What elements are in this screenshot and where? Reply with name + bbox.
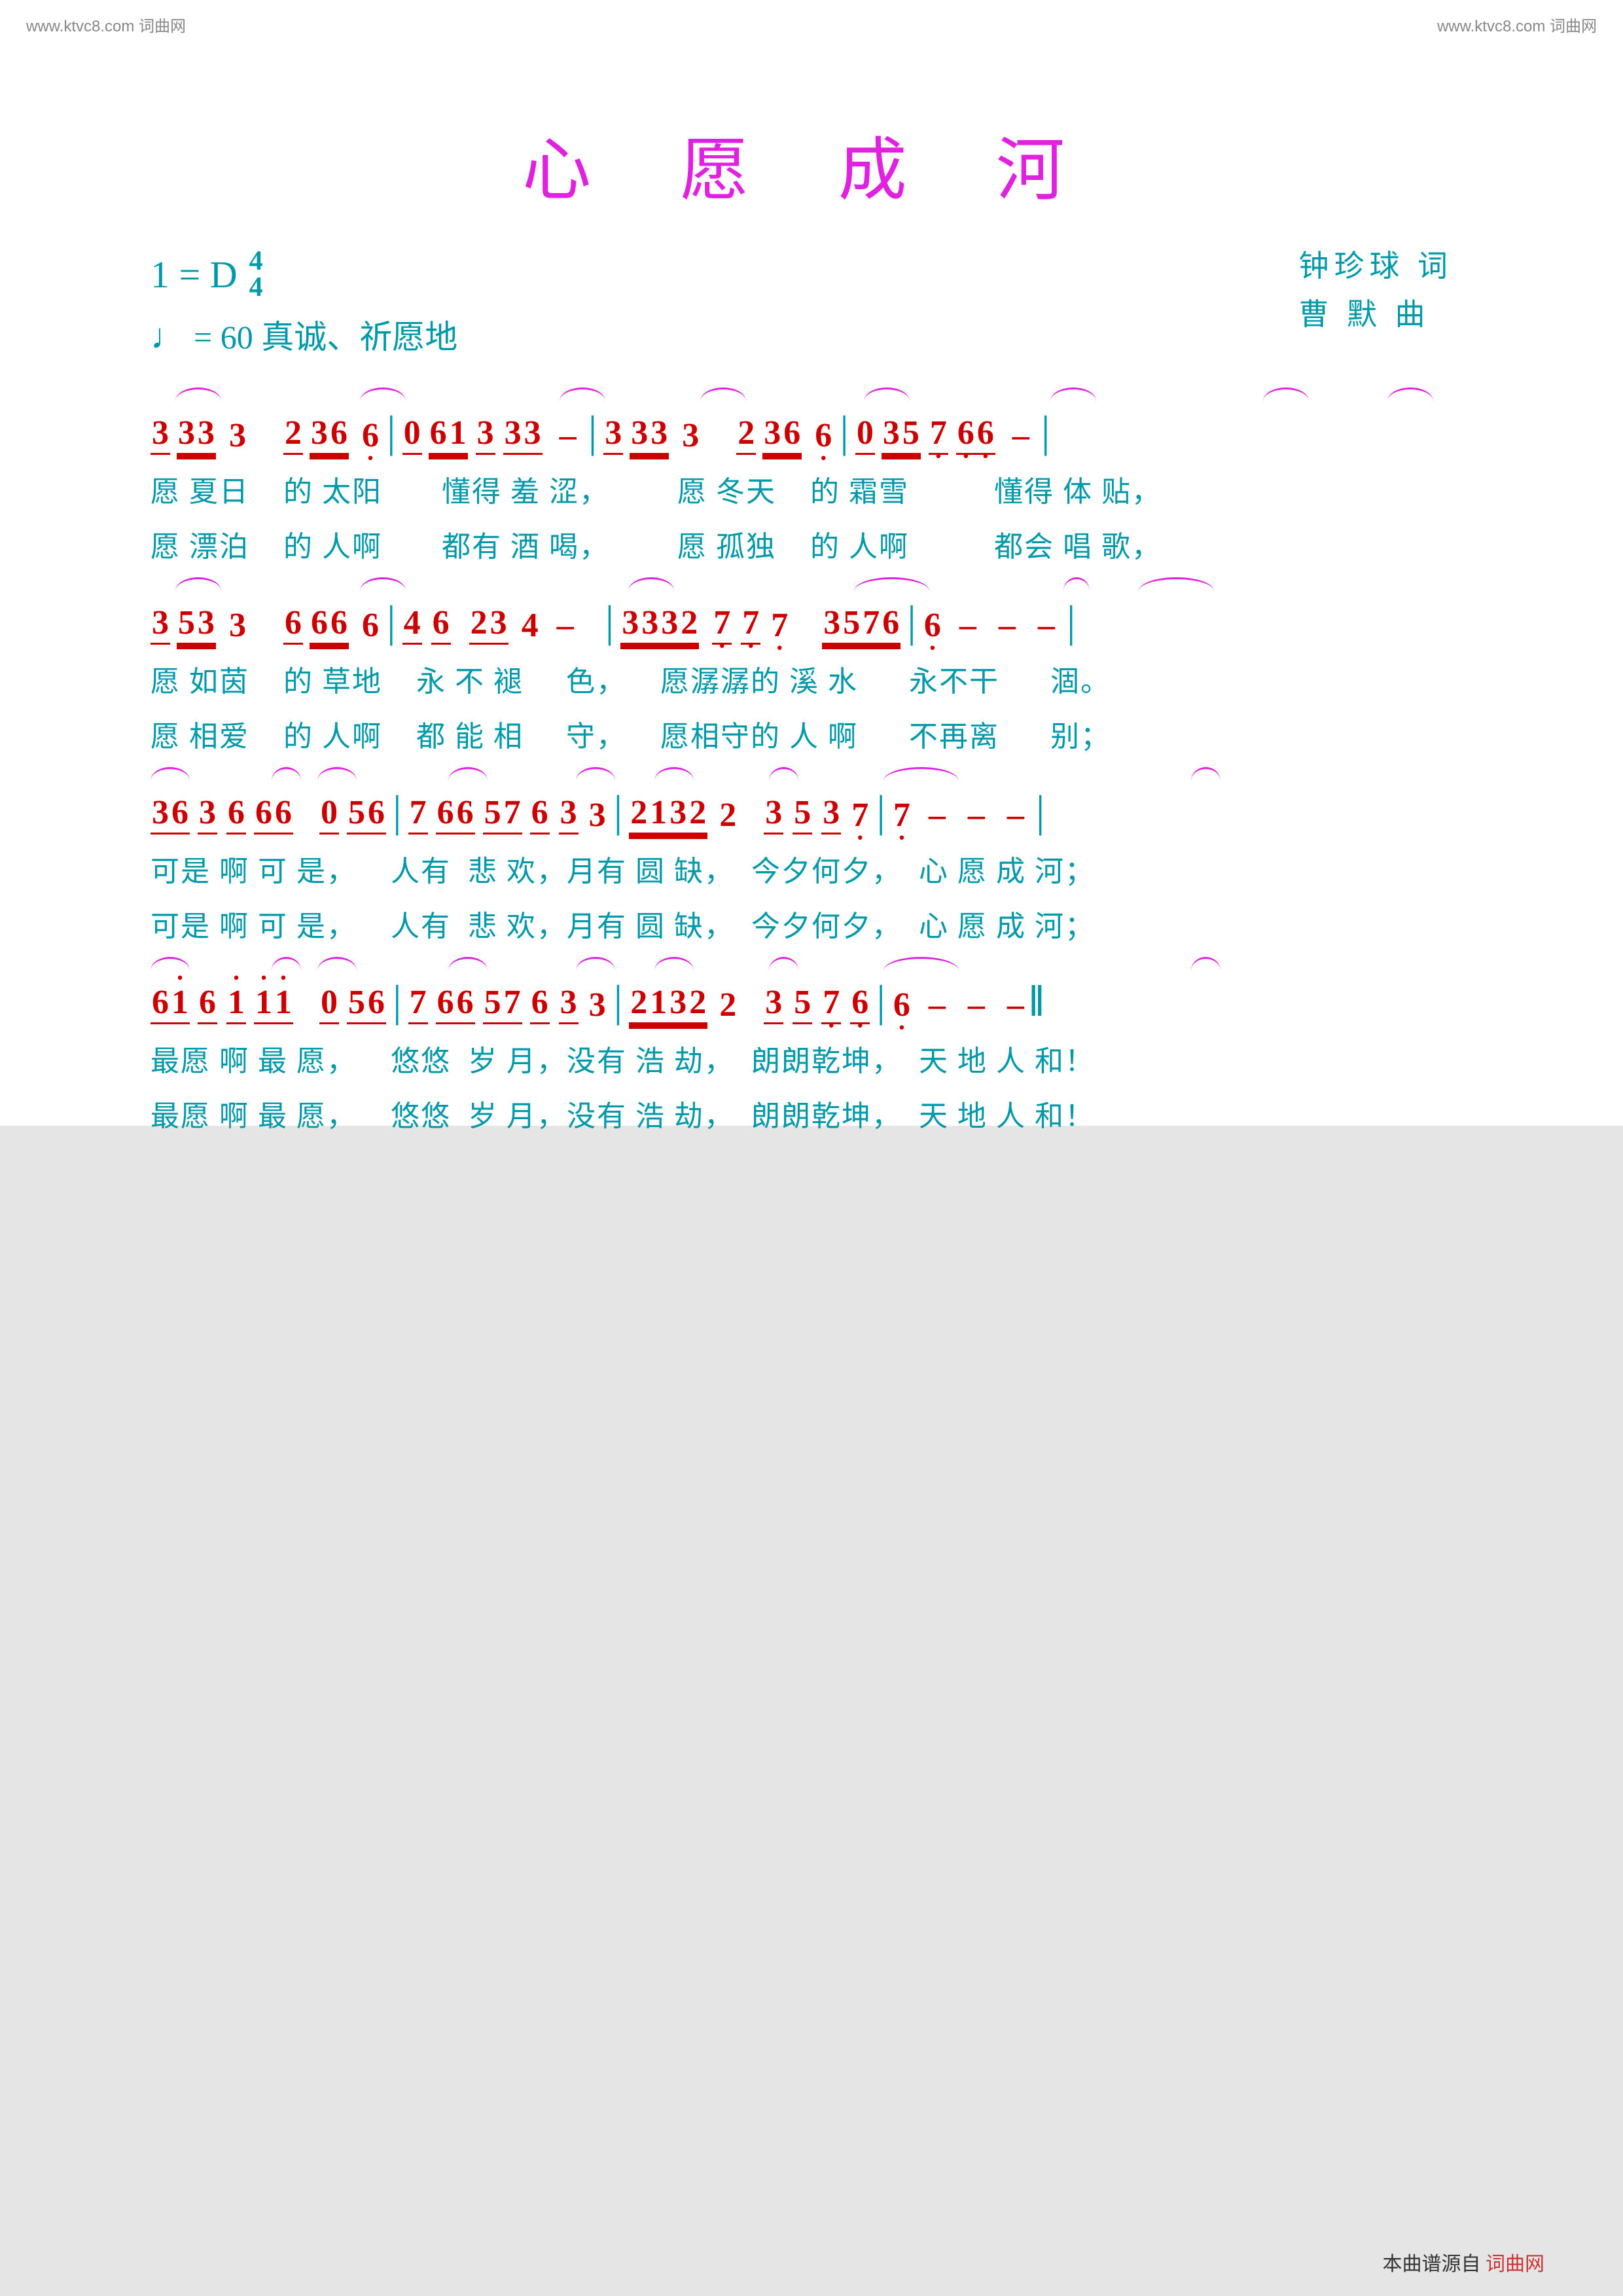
footer-site: 词曲网 bbox=[1486, 2253, 1544, 2275]
notation-row: 363 6 66 0 56 | 7 66 576 33 | 21322 353 … bbox=[151, 772, 1466, 834]
music-line-3: 363 6 66 0 56 | 7 66 576 33 | 21322 353 … bbox=[151, 772, 1466, 944]
credits-block: 钟珍球 词 曹 默 曲 bbox=[1299, 242, 1454, 338]
watermark-left: www.ktvc8.com 词曲网 bbox=[26, 13, 186, 36]
lyrics-row-1: 可是 啊 可 是， 人有 悲 欢，月有 圆 缺， 今夕何夕， 心 愿 成 河； bbox=[151, 848, 1466, 889]
tempo-text: = 60 真诚、祈愿地 bbox=[194, 311, 457, 358]
lyrics-row-2: 愿 漂泊 的 人啊 都有 酒 喝， 愿 孤独 的 人啊 都会 唱 歌， bbox=[151, 523, 1466, 565]
tempo-mark: ♩ = 60 真诚、祈愿地 bbox=[151, 311, 457, 358]
time-top: 4 bbox=[249, 249, 263, 275]
lyrics-row-2: 愿 相爱 的 人啊 都 能 相 守， 愿相守的 人 啊 不再离 别； bbox=[151, 713, 1466, 755]
music-line-1: 3333 2366 | 0613 33– | 3333 2366 | 0 357… bbox=[151, 393, 1466, 565]
time-signature: 4 4 bbox=[249, 249, 263, 301]
music-line-2: 3533 6666 | 46 234– | 3332 77 7 3576 | 6… bbox=[151, 583, 1466, 755]
sheet-music-page: www.ktvc8.com 词曲网 www.ktvc8.com 词曲网 心 愿 … bbox=[0, 0, 1623, 2296]
song-title: 心 愿 成 河 bbox=[0, 115, 1623, 214]
key-text: 1 = D bbox=[151, 253, 238, 296]
notation-row: 3533 6666 | 46 234– | 3332 77 7 3576 | 6… bbox=[151, 583, 1466, 645]
lyrics-row-1: 最愿 啊 最 愿， 悠悠 岁 月，没有 浩 劫， 朗朗乾坤， 天 地 人 和！ bbox=[151, 1037, 1466, 1079]
notation-row: 616 1 11 0 56 | 7 66 576 33 | 21322 357 … bbox=[151, 962, 1466, 1024]
music-line-4: 616 1 11 0 56 | 7 66 576 33 | 21322 357 … bbox=[151, 962, 1466, 1134]
lyrics-row-1: 愿 夏日 的 太阳 懂得 羞 涩， 愿 冬天 的 霜雪 懂得 体 贴， bbox=[151, 468, 1466, 510]
footer-credit: 本曲谱源自 词曲网 bbox=[1383, 2248, 1545, 2276]
watermark-right: www.ktvc8.com 词曲网 bbox=[1437, 13, 1597, 36]
empty-area bbox=[0, 1126, 1623, 2296]
footer-label: 本曲谱源自 bbox=[1383, 2253, 1481, 2275]
key-signature: 1 = D 4 4 bbox=[151, 249, 263, 301]
time-bot: 4 bbox=[249, 275, 263, 301]
note-icon: ♩ bbox=[151, 316, 186, 357]
composer-credit: 曹 默 曲 bbox=[1299, 291, 1454, 339]
lyrics-row-2: 可是 啊 可 是， 人有 悲 欢，月有 圆 缺， 今夕何夕， 心 愿 成 河； bbox=[151, 903, 1466, 944]
lyrics-row-2: 最愿 啊 最 愿， 悠悠 岁 月，没有 浩 劫， 朗朗乾坤， 天 地 人 和！ bbox=[151, 1092, 1466, 1134]
lyricist-credit: 钟珍球 词 bbox=[1299, 242, 1454, 291]
lyrics-row-1: 愿 如茵 的 草地 永 不 褪 色， 愿潺潺的 溪 水 永不干 涸。 bbox=[151, 658, 1466, 700]
notation-row: 3333 2366 | 0613 33– | 3333 2366 | 0 357… bbox=[151, 393, 1466, 455]
